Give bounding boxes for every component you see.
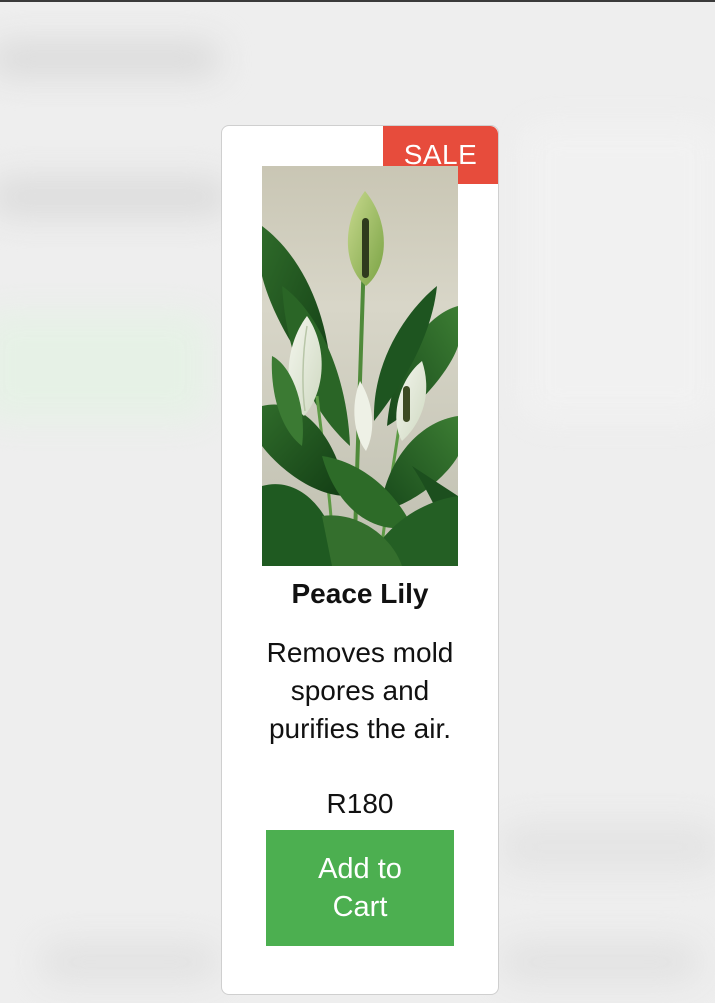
product-image: [262, 166, 458, 566]
product-price: R180: [326, 788, 394, 819]
product-title: Peace Lily: [291, 578, 429, 609]
add-to-cart-button[interactable]: Add to Cart: [266, 830, 454, 946]
product-card: SALE Peace Lily Removes mold spores and …: [221, 125, 499, 995]
product-description: Removes mold spores and purifies the air…: [266, 637, 454, 744]
